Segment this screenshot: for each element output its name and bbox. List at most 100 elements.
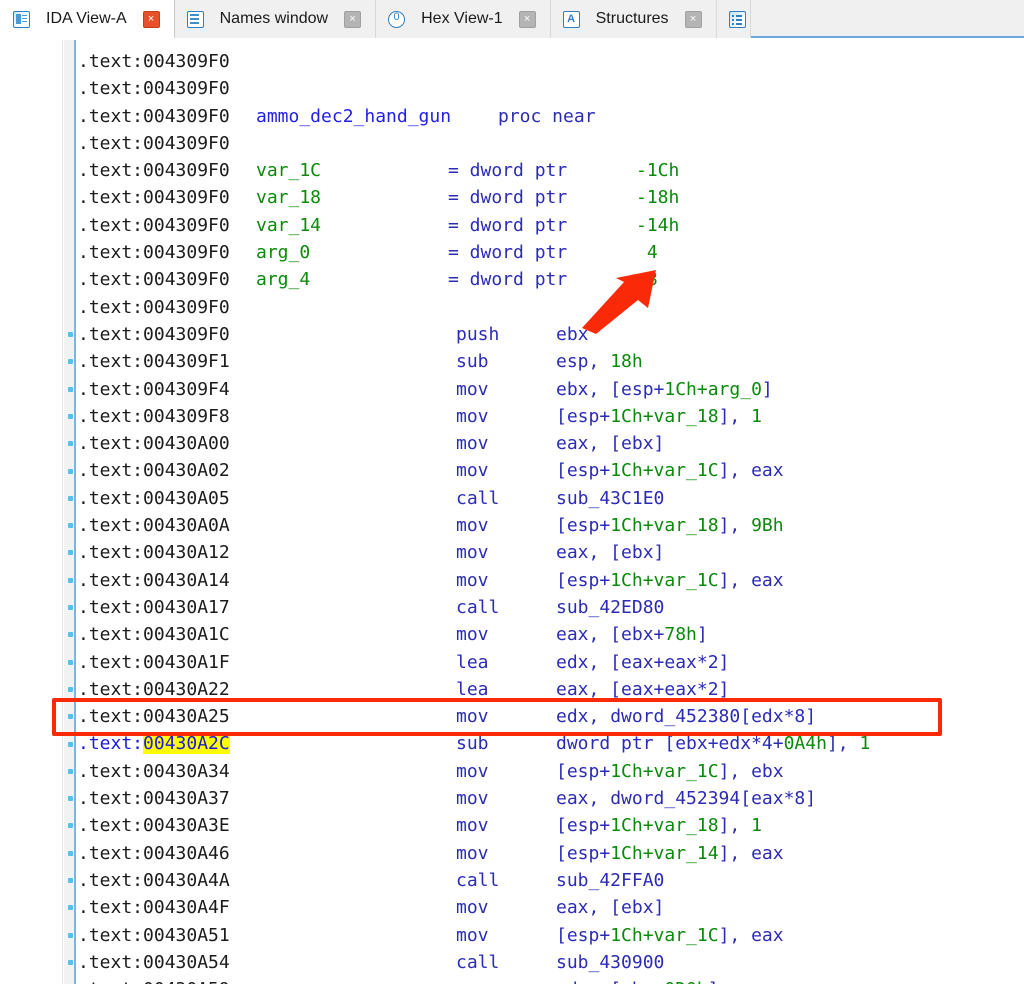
operand-token: [esp+ bbox=[556, 761, 610, 782]
instruction-mnemonic: mov bbox=[456, 567, 489, 594]
disassembly-line[interactable]: .text:004309F1subesp, 18h bbox=[78, 348, 1024, 375]
disassembly-line[interactable]: .text:00430A14mov[esp+1Ch+var_1C], eax bbox=[78, 567, 1024, 594]
instruction-operands: eax, [ebx+78h] bbox=[556, 621, 708, 648]
disassembly-line[interactable]: .text:004309F8mov[esp+1Ch+var_18], 1 bbox=[78, 403, 1024, 430]
line-address: .text:004309F0 bbox=[78, 215, 230, 236]
instruction-operands: eax, [ebx] bbox=[556, 894, 664, 921]
disassembly-line[interactable]: .text:004309F0 bbox=[78, 75, 1024, 102]
line-address: .text:00430A1F bbox=[78, 652, 230, 673]
operand-token: ], bbox=[719, 815, 752, 836]
operand-token: dword_452380 bbox=[610, 706, 740, 727]
left-margin bbox=[0, 40, 63, 984]
operand-token: [esp+ bbox=[556, 570, 610, 591]
line-address: .text:00430A1C bbox=[78, 624, 230, 645]
instruction-operands: sub_42FFA0 bbox=[556, 867, 664, 894]
stack-variable-type: = dword ptr bbox=[448, 266, 578, 293]
enums-icon bbox=[729, 11, 746, 28]
disassembly-line[interactable]: .text:004309F0arg_0= dword ptr 4 bbox=[78, 239, 1024, 266]
close-icon[interactable]: × bbox=[143, 11, 160, 28]
operand-token: 9Bh bbox=[751, 515, 784, 536]
instruction-marker-dot bbox=[68, 387, 73, 392]
line-address: .text:00430A51 bbox=[78, 925, 230, 946]
disassembly-line[interactable]: .text:00430A46mov[esp+1Ch+var_14], eax bbox=[78, 840, 1024, 867]
stack-variable-name: var_1C bbox=[256, 157, 321, 184]
instruction-marker-dot bbox=[68, 823, 73, 828]
disassembly-line[interactable]: .text:00430A12moveax, [ebx] bbox=[78, 539, 1024, 566]
instruction-marker-dot bbox=[68, 933, 73, 938]
disassembly-pane[interactable]: .text:004309F0.text:004309F0.text:004309… bbox=[0, 40, 1024, 984]
instruction-marker-dot bbox=[68, 359, 73, 364]
tab-ida-view-a[interactable]: IDA View-A× bbox=[0, 0, 175, 38]
disassembly-line[interactable]: .text:00430A34mov[esp+1Ch+var_1C], ebx bbox=[78, 758, 1024, 785]
disassembly-line[interactable]: .text:00430A05callsub_43C1E0 bbox=[78, 485, 1024, 512]
instruction-operands: sub_430900 bbox=[556, 949, 664, 976]
disassembly-line[interactable]: .text:00430A4Acallsub_42FFA0 bbox=[78, 867, 1024, 894]
disassembly-line[interactable]: .text:00430A0Amov[esp+1Ch+var_18], 9Bh bbox=[78, 512, 1024, 539]
disassembly-line[interactable]: .text:004309F0var_18= dword ptr -18h bbox=[78, 184, 1024, 211]
line-address: .text:004309F0 bbox=[78, 106, 230, 127]
instruction-mnemonic: mov bbox=[456, 922, 489, 949]
disassembly-line[interactable]: .text:004309F4movebx, [esp+1Ch+arg_0] bbox=[78, 376, 1024, 403]
tab-names-window[interactable]: Names window× bbox=[175, 0, 376, 38]
close-icon[interactable]: × bbox=[344, 11, 361, 28]
disassembly-line[interactable]: .text:00430A54 call sub_430900 bbox=[78, 949, 1024, 976]
disassembly-line-highlighted[interactable]: .text:00430A2Csubdword ptr [ebx+edx*4+0A… bbox=[78, 730, 1024, 757]
disassembly-listing[interactable]: .text:004309F0.text:004309F0.text:004309… bbox=[78, 40, 1024, 984]
disassembly-line[interactable]: .text:004309F0arg_4= dword ptr 8 bbox=[78, 266, 1024, 293]
operand-token: 78h bbox=[664, 624, 697, 645]
operand-token: eax, [eax+eax*2] bbox=[556, 679, 729, 700]
close-icon[interactable]: × bbox=[519, 11, 536, 28]
instruction-operands: [esp+1Ch+var_18], 1 bbox=[556, 403, 762, 430]
disassembly-line[interactable]: .text:004309F0ammo_dec2_hand_gunproc nea… bbox=[78, 103, 1024, 130]
operand-token: [esp+ bbox=[556, 843, 610, 864]
disassembly-line[interactable]: .text:00430A59movedx, [ebx+0D0h] bbox=[78, 976, 1024, 984]
disassembly-line[interactable]: .text:00430A1Cmoveax, [ebx+78h] bbox=[78, 621, 1024, 648]
disassembly-line[interactable]: .text:004309F0var_1C= dword ptr -1Ch bbox=[78, 157, 1024, 184]
line-address: .text:00430A3E bbox=[78, 815, 230, 836]
tab-hex-view-1[interactable]: Hex View-1× bbox=[376, 0, 551, 38]
disassembly-line[interactable]: .text:004309F0 bbox=[78, 294, 1024, 321]
instruction-mnemonic: sub bbox=[456, 730, 489, 757]
tab-enums[interactable] bbox=[717, 0, 751, 38]
line-address: .text:00430A17 bbox=[78, 597, 230, 618]
stack-variable-name: var_18 bbox=[256, 184, 321, 211]
instruction-mnemonic: mov bbox=[456, 894, 489, 921]
instruction-operands: [esp+1Ch+var_1C], eax bbox=[556, 922, 784, 949]
operand-token: [esp+ bbox=[556, 815, 610, 836]
operand-token: 1 bbox=[751, 815, 762, 836]
disassembly-line[interactable]: .text:004309F0var_14= dword ptr -14h bbox=[78, 212, 1024, 239]
instruction-mnemonic: call bbox=[456, 485, 499, 512]
instruction-mnemonic: call bbox=[456, 949, 499, 976]
breakpoint-gutter[interactable] bbox=[64, 40, 76, 984]
tab-structures[interactable]: Structures× bbox=[551, 0, 717, 38]
disassembly-line[interactable]: .text:00430A3Emov[esp+1Ch+var_18], 1 bbox=[78, 812, 1024, 839]
line-address: .text:00430A54 bbox=[78, 952, 230, 973]
disassembly-line[interactable]: .text:00430A02mov[esp+1Ch+var_1C], eax bbox=[78, 457, 1024, 484]
disassembly-line[interactable]: .text:00430A37moveax, dword_452394[eax*8… bbox=[78, 785, 1024, 812]
disassembly-line[interactable]: .text:004309F0 bbox=[78, 130, 1024, 157]
disassembly-line[interactable]: .text:00430A00moveax, [ebx] bbox=[78, 430, 1024, 457]
instruction-operands: sub_42ED80 bbox=[556, 594, 664, 621]
disassembly-line[interactable]: .text:004309F0 bbox=[78, 48, 1024, 75]
operand-token: [esp+ bbox=[556, 515, 610, 536]
operand-token: 0A4h bbox=[784, 733, 827, 754]
disassembly-line[interactable]: .text:00430A22leaeax, [eax+eax*2] bbox=[78, 676, 1024, 703]
instruction-operands: edx, [eax+eax*2] bbox=[556, 649, 729, 676]
disassembly-line[interactable]: .text:004309F0pushebx bbox=[78, 321, 1024, 348]
disassembly-line[interactable]: .text:00430A1Fleaedx, [eax+eax*2] bbox=[78, 649, 1024, 676]
operand-token: ], bbox=[827, 733, 860, 754]
line-address: .text:00430A25 bbox=[78, 706, 230, 727]
disassembly-line[interactable]: .text:00430A25movedx, dword_452380[edx*8… bbox=[78, 703, 1024, 730]
instruction-marker-dot bbox=[68, 796, 73, 801]
instruction-mnemonic: mov bbox=[456, 976, 489, 984]
disassembly-line[interactable]: .text:00430A51 mov [esp+1Ch+var_1C], eax bbox=[78, 922, 1024, 949]
close-icon[interactable]: × bbox=[685, 11, 702, 28]
operand-token: 1Ch+arg_0 bbox=[664, 379, 762, 400]
highlighted-address: 00430A2C bbox=[143, 733, 230, 754]
disassembly-line[interactable]: .text:00430A4Fmoveax, [ebx] bbox=[78, 894, 1024, 921]
instruction-mnemonic: lea bbox=[456, 676, 489, 703]
operand-token: eax, [ebx] bbox=[556, 897, 664, 918]
line-address: .text:004309F0 bbox=[78, 324, 230, 345]
line-address: .text:004309F0 bbox=[78, 160, 230, 181]
disassembly-line[interactable]: .text:00430A17callsub_42ED80 bbox=[78, 594, 1024, 621]
